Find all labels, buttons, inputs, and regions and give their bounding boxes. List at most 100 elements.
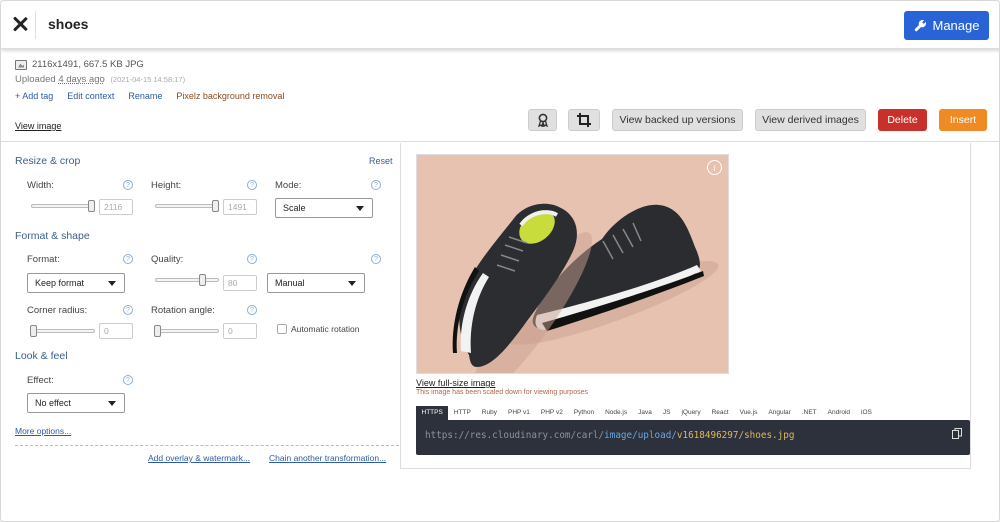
slider-thumb[interactable] xyxy=(88,200,95,212)
help-icon[interactable]: ? xyxy=(371,180,381,190)
rotation-angle-label: Rotation angle: xyxy=(151,305,215,316)
award-icon xyxy=(537,113,548,127)
slider-thumb[interactable] xyxy=(154,325,161,337)
asset-info: 2116x1491, 667.5 KB JPG Uploaded 4 days … xyxy=(1,50,999,142)
manage-label: Manage xyxy=(932,18,980,33)
rotation-angle-input[interactable]: 0 xyxy=(223,323,257,339)
uploaded-timestamp: (2021-04-15 14:58:17) xyxy=(110,75,186,84)
format-select[interactable]: Keep format xyxy=(27,273,125,293)
width-label: Width: xyxy=(27,180,54,191)
tab-ruby[interactable]: Ruby xyxy=(476,406,502,420)
quality-mode-select[interactable]: Manual xyxy=(267,273,365,293)
tab-python[interactable]: Python xyxy=(568,406,599,420)
uploaded-prefix: Uploaded xyxy=(15,74,56,85)
url-path: image/upload/ xyxy=(604,430,677,441)
delete-button[interactable]: Delete xyxy=(878,109,927,131)
rename-link[interactable]: Rename xyxy=(128,91,162,101)
url-code-box[interactable]: https://res.cloudinary.com/carl/image/up… xyxy=(416,420,970,455)
url-base: https://res.cloudinary.com/carl/ xyxy=(425,430,605,441)
chain-transformation-link[interactable]: Chain another transformation... xyxy=(269,453,386,463)
help-icon[interactable]: ? xyxy=(247,254,257,264)
corner-radius-input[interactable]: 0 xyxy=(99,323,133,339)
page-title: shoes xyxy=(48,16,89,32)
code-tabs: HTTPS HTTP Ruby PHP v1 PHP v2 Python Nod… xyxy=(416,406,970,420)
tab-java[interactable]: Java xyxy=(633,406,658,420)
more-options-link[interactable]: More options... xyxy=(15,426,71,436)
help-icon[interactable]: ? xyxy=(371,254,381,264)
slider-thumb[interactable] xyxy=(199,274,206,286)
view-image-link[interactable]: View image xyxy=(15,121,61,131)
mode-label: Mode: xyxy=(275,180,302,191)
crop-button[interactable] xyxy=(568,109,600,131)
award-button[interactable] xyxy=(528,109,557,131)
auto-rotation-checkbox[interactable] xyxy=(277,324,287,334)
corner-radius-slider[interactable] xyxy=(30,325,95,337)
effect-label: Effect: xyxy=(27,375,54,386)
reset-link[interactable]: Reset xyxy=(369,156,393,166)
transformation-panel: Resize & crop Reset Width: ? 2116 Height… xyxy=(1,143,400,469)
width-input[interactable]: 2116 xyxy=(99,199,133,215)
rotation-angle-slider[interactable] xyxy=(154,325,219,337)
slider-thumb[interactable] xyxy=(212,200,219,212)
wrench-icon xyxy=(914,19,926,32)
view-full-size-link[interactable]: View full-size image xyxy=(416,378,495,388)
header-bar: shoes Manage xyxy=(1,1,999,49)
help-icon[interactable]: ? xyxy=(123,305,133,315)
width-slider[interactable] xyxy=(31,200,95,212)
info-icon[interactable]: i xyxy=(707,160,722,175)
asset-meta-text: 2116x1491, 667.5 KB JPG xyxy=(32,59,144,70)
tab-vuejs[interactable]: Vue.js xyxy=(734,406,763,420)
look-feel-title: Look & feel xyxy=(15,350,68,362)
asset-meta: 2116x1491, 667.5 KB JPG xyxy=(15,59,144,70)
tab-php-v2[interactable]: PHP v2 xyxy=(535,406,568,420)
add-tag-link[interactable]: + Add tag xyxy=(15,91,53,101)
manage-button[interactable]: Manage xyxy=(904,11,989,40)
header-divider xyxy=(35,11,36,39)
image-file-icon xyxy=(15,59,27,70)
tab-js[interactable]: JS xyxy=(657,406,676,420)
height-input[interactable]: 1491 xyxy=(223,199,257,215)
asset-actions: + Add tag Edit context Rename Pixelz bac… xyxy=(15,91,284,101)
image-preview[interactable]: i xyxy=(416,154,729,374)
uploaded-ago: 4 days ago xyxy=(58,74,105,85)
shoes-photo xyxy=(417,155,728,373)
divider xyxy=(15,445,399,446)
tab-nodejs[interactable]: Node.js xyxy=(600,406,633,420)
quality-label: Quality: xyxy=(151,254,184,265)
add-overlay-link[interactable]: Add overlay & watermark... xyxy=(148,453,250,463)
height-slider[interactable] xyxy=(155,200,219,212)
tab-jquery[interactable]: jQuery xyxy=(676,406,706,420)
mode-select[interactable]: Scale xyxy=(275,198,373,218)
effect-select[interactable]: No effect xyxy=(27,393,125,413)
tab-angular[interactable]: Angular xyxy=(763,406,796,420)
view-backed-up-button[interactable]: View backed up versions xyxy=(612,109,743,131)
auto-rotation-label: Automatic rotation xyxy=(291,324,360,334)
tab-https[interactable]: HTTPS xyxy=(416,406,449,420)
help-icon[interactable]: ? xyxy=(247,305,257,315)
height-label: Height: xyxy=(151,180,182,191)
tab-dotnet[interactable]: .NET xyxy=(796,406,822,420)
slider-thumb[interactable] xyxy=(30,325,37,337)
tab-react[interactable]: React xyxy=(706,406,734,420)
edit-context-link[interactable]: Edit context xyxy=(67,91,114,101)
quality-slider[interactable] xyxy=(155,274,219,286)
tab-http[interactable]: HTTP xyxy=(448,406,476,420)
url-version: v1618496297/ xyxy=(676,430,745,441)
help-icon[interactable]: ? xyxy=(123,254,133,264)
upload-info: Uploaded 4 days ago (2021-04-15 14:58:17… xyxy=(15,74,185,85)
quality-input[interactable]: 80 xyxy=(223,275,257,291)
insert-button[interactable]: Insert xyxy=(939,109,987,131)
tab-android[interactable]: Android xyxy=(822,406,855,420)
help-icon[interactable]: ? xyxy=(247,180,257,190)
view-derived-button[interactable]: View derived images xyxy=(755,109,866,131)
copy-icon[interactable] xyxy=(952,428,962,439)
close-icon[interactable] xyxy=(9,13,31,35)
preview-panel: i View full-size image This image has be… xyxy=(400,143,971,469)
help-icon[interactable]: ? xyxy=(123,180,133,190)
url-file: shoes.jpg xyxy=(744,430,795,441)
pixelz-link[interactable]: Pixelz background removal xyxy=(176,91,284,101)
tab-ios[interactable]: iOS xyxy=(856,406,878,420)
format-label: Format: xyxy=(27,254,60,265)
tab-php-v1[interactable]: PHP v1 xyxy=(502,406,535,420)
help-icon[interactable]: ? xyxy=(123,375,133,385)
